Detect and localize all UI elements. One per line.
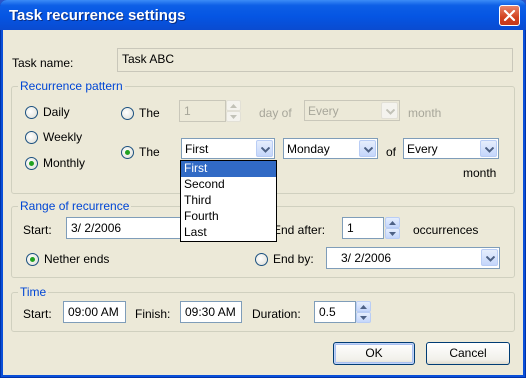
never-ends-label[interactable]: Nether ends xyxy=(44,252,109,266)
task-name-field[interactable]: Task ABC xyxy=(117,48,513,72)
duration-spinner[interactable] xyxy=(356,301,371,323)
day-number-spinner[interactable] xyxy=(226,100,241,122)
month-label: month xyxy=(463,166,497,180)
chevron-down-icon[interactable] xyxy=(480,140,497,157)
the-day-label[interactable]: The xyxy=(139,106,160,120)
title-bar[interactable]: Task recurrence settings xyxy=(0,0,526,30)
spin-down-icon[interactable] xyxy=(385,228,400,239)
spin-up-icon[interactable] xyxy=(356,301,371,312)
daily-radio[interactable] xyxy=(25,106,38,119)
dropdown-option-fourth[interactable]: Fourth xyxy=(181,209,276,225)
never-ends-radio[interactable] xyxy=(26,253,39,266)
time-start-field[interactable]: 09:00 AM xyxy=(63,301,126,323)
spin-up-icon[interactable] xyxy=(226,100,241,111)
close-button[interactable] xyxy=(499,5,520,26)
chevron-down-icon[interactable] xyxy=(381,102,398,119)
every-combo[interactable]: Every xyxy=(403,138,499,159)
the-day-radio[interactable] xyxy=(121,107,134,120)
time-start-label: Start: xyxy=(23,307,52,321)
spin-down-icon[interactable] xyxy=(356,312,371,323)
duration-label: Duration: xyxy=(252,307,301,321)
combo-value: 3/ 2/2006 xyxy=(341,251,392,265)
recurrence-pattern-title: Recurrence pattern xyxy=(18,79,125,93)
day-of-label: day of xyxy=(259,106,292,120)
occurrences-spinner[interactable] xyxy=(385,217,400,239)
dropdown-option-second[interactable]: Second xyxy=(181,177,276,193)
range-of-recurrence-title: Range of recurrence xyxy=(18,199,132,213)
dropdown-option-last[interactable]: Last xyxy=(181,225,276,241)
chevron-down-icon[interactable] xyxy=(359,140,376,157)
of-label: of xyxy=(386,145,397,159)
duration-field[interactable]: 0.5 xyxy=(314,301,356,323)
weekly-label[interactable]: Weekly xyxy=(43,130,82,144)
the-weekday-radio[interactable] xyxy=(121,146,134,159)
dropdown-option-third[interactable]: Third xyxy=(181,193,276,209)
time-finish-field[interactable]: 09:30 AM xyxy=(180,301,242,323)
spin-down-icon[interactable] xyxy=(226,111,241,122)
the-weekday-label[interactable]: The xyxy=(139,145,160,159)
ordinal-dropdown-list[interactable]: First Second Third Fourth Last xyxy=(180,160,277,242)
month-frequency-combo-disabled[interactable]: Every xyxy=(304,100,400,121)
time-title: Time xyxy=(18,285,49,299)
end-by-radio[interactable] xyxy=(255,253,268,266)
occurrences-label: occurrences xyxy=(413,223,479,237)
occurrences-field[interactable]: 1 xyxy=(342,217,384,239)
dialog-body: Task name: Task ABC Recurrence pattern D… xyxy=(3,30,523,375)
window-title: Task recurrence settings xyxy=(9,7,186,24)
spin-up-icon[interactable] xyxy=(385,217,400,228)
chevron-down-icon[interactable] xyxy=(481,249,498,266)
combo-value: First xyxy=(185,142,209,156)
ordinal-combo[interactable]: First xyxy=(181,138,275,159)
close-icon xyxy=(503,9,516,22)
finish-label: Finish: xyxy=(135,307,171,321)
weekday-combo[interactable]: Monday xyxy=(283,138,378,159)
dialog-window: Task recurrence settings Task name: Task… xyxy=(0,0,526,378)
ok-button[interactable]: OK xyxy=(333,342,415,365)
chevron-down-icon[interactable] xyxy=(256,140,273,157)
combo-value: Every xyxy=(407,142,438,156)
combo-value: Every xyxy=(308,104,339,118)
task-name-label: Task name: xyxy=(12,56,74,70)
range-start-label: Start: xyxy=(23,223,52,237)
end-after-label[interactable]: End after: xyxy=(273,223,325,237)
cancel-button[interactable]: Cancel xyxy=(426,342,510,365)
month-label-disabled: month xyxy=(408,106,442,120)
end-by-label[interactable]: End by: xyxy=(273,252,314,266)
range-start-date-field[interactable]: 3/ 2/2006 xyxy=(66,217,186,239)
combo-value: Monday xyxy=(287,142,330,156)
monthly-radio[interactable] xyxy=(25,157,38,170)
day-number-field[interactable]: 1 xyxy=(179,100,226,122)
weekly-radio[interactable] xyxy=(25,131,38,144)
end-by-date-picker[interactable]: 3/ 2/2006 xyxy=(326,247,500,269)
monthly-label[interactable]: Monthly xyxy=(43,156,85,170)
dropdown-option-first[interactable]: First xyxy=(181,161,276,177)
daily-label[interactable]: Daily xyxy=(43,105,70,119)
